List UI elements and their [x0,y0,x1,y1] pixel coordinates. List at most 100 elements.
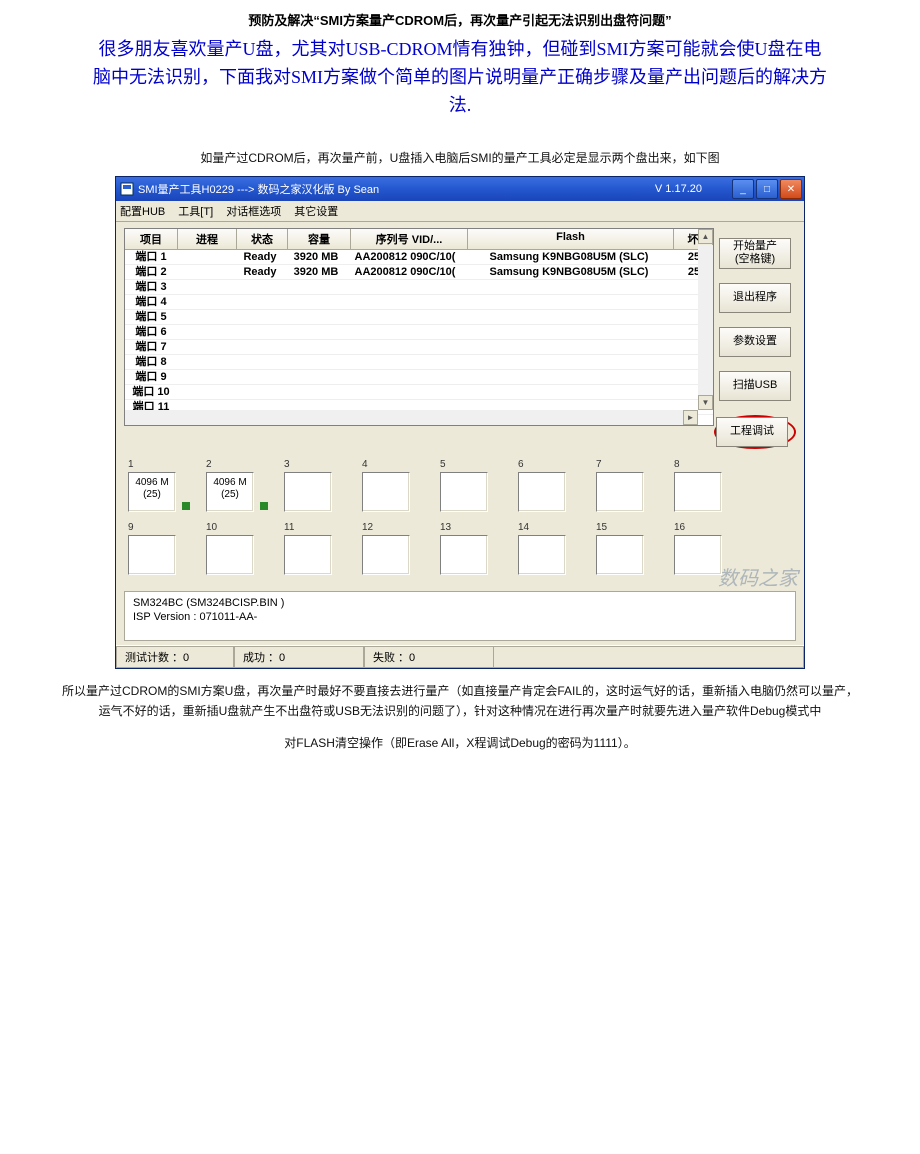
cell-status [235,280,285,294]
close-button[interactable]: ✕ [780,179,802,199]
slot-box[interactable] [284,472,332,512]
col-header-status[interactable]: 状态 [237,229,288,249]
cell-status [235,355,285,369]
scroll-up-icon[interactable]: ▲ [698,229,713,244]
scroll-down-icon[interactable]: ▼ [698,395,713,410]
slot-box[interactable] [284,535,332,575]
slot-box[interactable]: 4096 M(25) [206,472,254,512]
cell-status [235,325,285,339]
cell-serial [347,280,463,294]
window-title: SMI量产工具H0229 ---> 数码之家汉化版 By Sean [138,181,379,197]
slot-box[interactable] [440,472,488,512]
slot-number: 11 [284,522,332,533]
menu-tools[interactable]: 工具[T] [178,206,213,218]
slot: 7 [596,459,644,512]
cell-flash [463,370,675,384]
cell-status [235,310,285,324]
slot-box[interactable] [596,472,644,512]
footer-success: 成功 ：0 [234,646,364,668]
table-row[interactable]: 端口 8 [125,355,713,370]
cell-flash [463,385,675,399]
slot-box[interactable] [596,535,644,575]
slot-box[interactable]: 4096 M(25) [128,472,176,512]
slot-box[interactable] [518,472,566,512]
cell-serial [347,355,463,369]
slot-number: 7 [596,459,644,470]
slot-box[interactable] [128,535,176,575]
slot: 2 4096 M(25) [206,459,254,512]
debug-highlight-oval: 工程调试 [714,415,796,449]
cell-status [235,295,285,309]
slot: 12 [362,522,410,575]
table-row[interactable]: 端口 5 [125,310,713,325]
cell-item: 端口 2 [125,265,177,279]
exit-button[interactable]: 退出程序 [719,283,791,313]
slot: 9 [128,522,176,575]
table-row[interactable]: 端口 1Ready3920 MBAA200812 090C/10(Samsung… [125,250,713,265]
status-box: SM324BC (SM324BCISP.BIN ) ISP Version : … [124,591,796,641]
cell-status: Ready [235,265,285,279]
maximize-button[interactable]: □ [756,179,778,199]
cell-flash: Samsung K9NBG08U5M (SLC) [463,250,675,264]
start-button-line1: 开始量产 [720,240,790,253]
slot-box[interactable] [440,535,488,575]
scrollbar-horizontal[interactable] [125,410,698,425]
port-table: 项目 进程 状态 容量 序列号 VID/... Flash 坏 端口 1Read… [124,228,714,426]
menu-dialog-options[interactable]: 对话框选项 [226,206,281,218]
param-button[interactable]: 参数设置 [719,327,791,357]
col-header-process[interactable]: 进程 [178,229,237,249]
minimize-button[interactable]: _ [732,179,754,199]
table-row[interactable]: 端口 4 [125,295,713,310]
slot-box[interactable] [362,535,410,575]
table-row[interactable]: 端口 10 [125,385,713,400]
status-line-2: ISP Version : 071011-AA- [133,610,787,624]
menu-config-hub[interactable]: 配置HUB [120,206,165,218]
cell-serial: AA200812 090C/10( [347,265,463,279]
version-label: V 1.17.20 [655,183,702,195]
cell-process [177,370,235,384]
cell-process [177,250,235,264]
cell-capacity [285,340,347,354]
slot-number: 14 [518,522,566,533]
col-header-serial[interactable]: 序列号 VID/... [351,229,468,249]
table-row[interactable]: 端口 2Ready3920 MBAA200812 090C/10(Samsung… [125,265,713,280]
col-header-item[interactable]: 项目 [125,229,178,249]
slot-box[interactable] [674,472,722,512]
slot-box[interactable] [362,472,410,512]
col-header-capacity[interactable]: 容量 [288,229,351,249]
doc-caption-1: 如量产过CDROM后，再次量产前，U盘插入电脑后SMI的量产工具必定是显示两个盘… [0,149,920,166]
cell-flash: Samsung K9NBG08U5M (SLC) [463,265,675,279]
menu-other-settings[interactable]: 其它设置 [294,206,338,218]
table-row[interactable]: 端口 9 [125,370,713,385]
table-row[interactable]: 端口 3 [125,280,713,295]
slot: 6 [518,459,566,512]
slot-box[interactable] [674,535,722,575]
scroll-right-icon[interactable]: ► [683,410,698,425]
cell-item: 端口 8 [125,355,177,369]
status-indicator-icon [182,502,190,510]
start-button[interactable]: 开始量产 (空格键) [719,238,791,269]
table-row[interactable]: 端口 7 [125,340,713,355]
cell-item: 端口 7 [125,340,177,354]
cell-process [177,265,235,279]
scan-usb-button[interactable]: 扫描USB [719,371,791,401]
slot-number: 10 [206,522,254,533]
slot-number: 13 [440,522,488,533]
footer-bar: 测试计数 ：0 成功 ：0 失败 ：0 [116,645,804,668]
doc-note-1: 所以量产过CDROM的SMI方案U盘，再次量产时最好不要直接去进行量产（如直接量… [60,681,860,721]
slot: 8 [674,459,722,512]
slot-number: 2 [206,459,254,470]
slot-box[interactable] [206,535,254,575]
cell-serial [347,385,463,399]
col-header-flash[interactable]: Flash [468,229,674,249]
debug-button[interactable]: 工程调试 [716,417,788,447]
scrollbar-vertical[interactable] [698,245,713,409]
slot-box[interactable] [518,535,566,575]
cell-serial [347,340,463,354]
slot: 10 [206,522,254,575]
status-indicator-icon [260,502,268,510]
slot: 16 [674,522,722,575]
cell-process [177,310,235,324]
slot: 11 [284,522,332,575]
table-row[interactable]: 端口 6 [125,325,713,340]
